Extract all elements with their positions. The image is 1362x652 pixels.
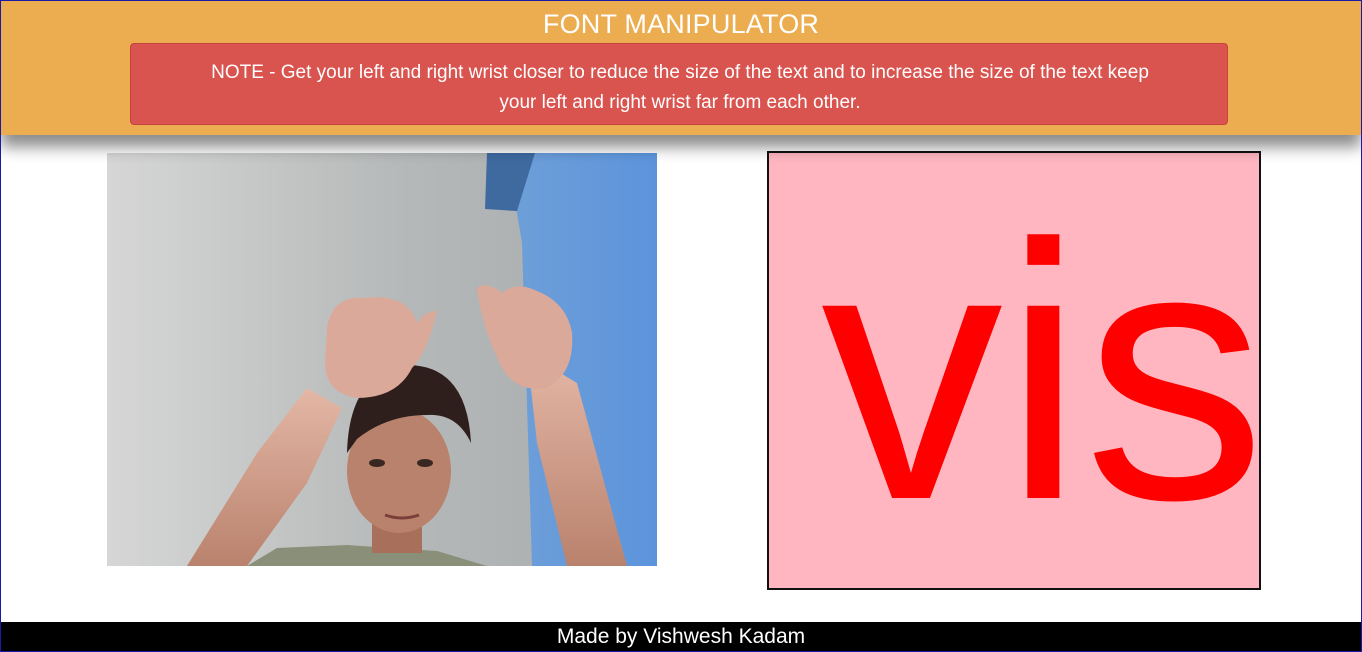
webcam-frame-image [107, 153, 657, 566]
app-window: FONT MANIPULATOR NOTE - Get your left an… [0, 0, 1362, 652]
note-alert: NOTE - Get your left and right wrist clo… [130, 43, 1228, 125]
webcam-video [107, 153, 657, 566]
text-canvas: vis [767, 151, 1261, 590]
resizable-text: vis [821, 169, 1261, 576]
header: FONT MANIPULATOR NOTE - Get your left an… [1, 1, 1361, 135]
note-text: NOTE - Get your left and right wrist clo… [211, 62, 1149, 113]
page-title: FONT MANIPULATOR [542, 9, 820, 39]
footer-credit: Made by Vishwesh Kadam [556, 625, 806, 648]
footer: Made by Vishwesh Kadam [1, 622, 1361, 651]
